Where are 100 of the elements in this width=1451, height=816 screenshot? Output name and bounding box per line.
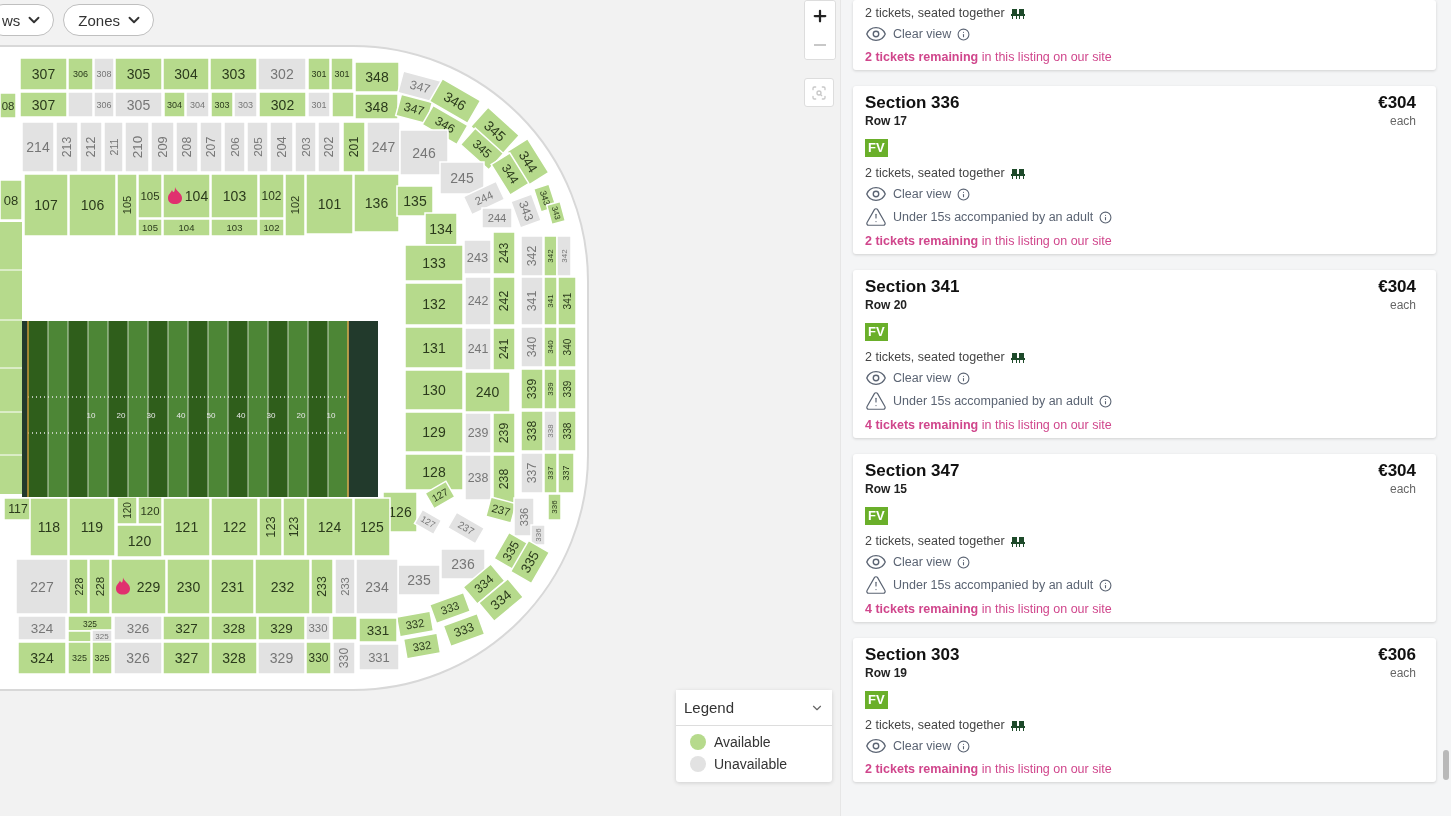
seating-section[interactable] (0, 92, 17, 119)
seating-section[interactable] (88, 558, 111, 615)
seating-section[interactable] (162, 615, 211, 641)
seating-section[interactable] (464, 371, 511, 413)
seating-section[interactable] (210, 173, 259, 219)
seating-section[interactable] (166, 558, 211, 615)
seating-section[interactable] (404, 244, 464, 282)
seating-section[interactable] (342, 121, 366, 173)
seating-section[interactable] (116, 173, 138, 237)
seating-section[interactable] (557, 410, 577, 452)
seating-section[interactable] (557, 368, 577, 410)
seating-section[interactable] (492, 327, 516, 371)
seating-section[interactable] (137, 173, 163, 219)
listing-card[interactable]: 2 tickets, seated together Clear view 2 tickets remaining in this listing on our site (853, 0, 1436, 70)
seating-section[interactable] (353, 497, 391, 557)
listing-card[interactable]: Section 303 Row 19 €306 each FV 2 tickets, seated together Clear view 2 tickets remaining in this listing on our site (853, 638, 1436, 782)
seating-section[interactable] (258, 173, 285, 219)
section-label: 304 (167, 99, 182, 110)
seating-section[interactable] (547, 493, 562, 521)
section-label: 342 (525, 245, 539, 267)
legend-label: Unavailable (714, 756, 788, 772)
seating-section[interactable] (520, 368, 544, 410)
section-label: 212 (84, 136, 98, 158)
seating-section[interactable] (404, 282, 464, 326)
seating-section[interactable] (162, 173, 211, 219)
seating-section[interactable] (210, 558, 255, 615)
section-label: 210 (129, 135, 145, 159)
seating-section[interactable] (210, 91, 234, 118)
filter-button[interactable]: ws (0, 4, 55, 36)
seating-section[interactable] (258, 497, 283, 557)
seating-section[interactable] (116, 496, 138, 525)
seating-section[interactable] (557, 452, 575, 494)
scrollbar-thumb[interactable] (1443, 750, 1449, 780)
info-icon[interactable] (957, 187, 971, 201)
seating-section[interactable] (29, 497, 69, 557)
seating-section[interactable] (330, 57, 354, 91)
seating-section[interactable] (19, 57, 68, 91)
seating-section[interactable] (557, 326, 577, 368)
info-icon[interactable] (1099, 210, 1113, 224)
legend-label: Available (714, 734, 771, 750)
info-icon[interactable] (957, 555, 971, 569)
filter-button[interactable]: Zones (63, 4, 155, 36)
seating-section[interactable] (163, 91, 186, 118)
seating-section[interactable] (162, 641, 211, 675)
seating-section[interactable] (353, 173, 400, 233)
seating-section[interactable] (68, 558, 89, 615)
seating-section[interactable] (258, 218, 285, 237)
info-icon[interactable] (957, 371, 971, 385)
seating-section[interactable] (492, 276, 516, 326)
seating-section[interactable] (520, 410, 544, 452)
legend-toggle[interactable]: Legend (676, 690, 832, 726)
seating-section[interactable] (210, 641, 258, 675)
section-title: Section 303 (865, 645, 960, 665)
listing-card[interactable]: Section 347 Row 15 €304 each FV 2 tickets, seated together Clear view Under 15s accompanied by an adult 4 tickets remaining in this listing on our site (853, 454, 1436, 622)
seating-section[interactable] (354, 93, 399, 120)
seating-section[interactable] (137, 218, 163, 237)
seating-section[interactable] (258, 91, 307, 118)
seating-section[interactable] (404, 369, 464, 411)
info-icon[interactable] (957, 739, 971, 753)
seating-section[interactable] (257, 615, 306, 641)
seating-section[interactable] (137, 496, 163, 525)
seating-section[interactable] (282, 497, 306, 557)
seating-section[interactable] (424, 212, 458, 246)
seats-icon (1010, 535, 1026, 547)
seating-section[interactable] (354, 61, 400, 93)
section-label: 341 (561, 292, 573, 310)
seating-section[interactable] (492, 412, 516, 454)
seating-section[interactable] (310, 558, 334, 615)
info-icon[interactable] (1099, 578, 1113, 592)
seating-section[interactable] (19, 91, 68, 118)
seating-section[interactable] (67, 641, 92, 675)
section-label: 237 (455, 519, 477, 537)
section-label: 105 (140, 190, 160, 202)
seating-section[interactable] (210, 615, 258, 641)
seating-section[interactable] (91, 641, 113, 675)
section-label: 123 (263, 516, 278, 538)
seating-section[interactable] (162, 57, 210, 91)
seating-section[interactable] (492, 231, 516, 275)
seating-section[interactable] (404, 411, 464, 453)
seating-section[interactable] (17, 641, 67, 675)
seating-section[interactable] (307, 57, 331, 91)
seating-section[interactable] (162, 218, 211, 237)
seating-section[interactable] (116, 524, 163, 558)
seating-section[interactable] (404, 326, 464, 369)
seating-section[interactable] (114, 57, 163, 91)
seating-section[interactable] (305, 641, 332, 675)
seating-section[interactable] (557, 276, 577, 326)
section-label: 119 (80, 519, 104, 535)
seating-section[interactable] (358, 617, 398, 643)
listing-card[interactable]: Section 336 Row 17 €304 each FV 2 tickets, seated together Clear view Under 15s accompanied by an adult 2 tickets remaining in this listing on our site (853, 86, 1436, 254)
yard-number: 10 (326, 410, 336, 420)
seating-section[interactable] (396, 185, 434, 217)
info-icon[interactable] (957, 27, 971, 41)
seating-section[interactable] (492, 454, 516, 504)
seating-section[interactable] (210, 218, 259, 237)
section-label: 125 (360, 519, 384, 535)
seating-section[interactable] (209, 57, 258, 91)
info-icon[interactable] (1099, 394, 1113, 408)
listing-card[interactable]: Section 341 Row 20 €304 each FV 2 tickets, seated together Clear view Under 15s accompanied by an adult 4 tickets remaining in this listing on our site (853, 270, 1436, 438)
section-label: 330 (337, 647, 351, 669)
